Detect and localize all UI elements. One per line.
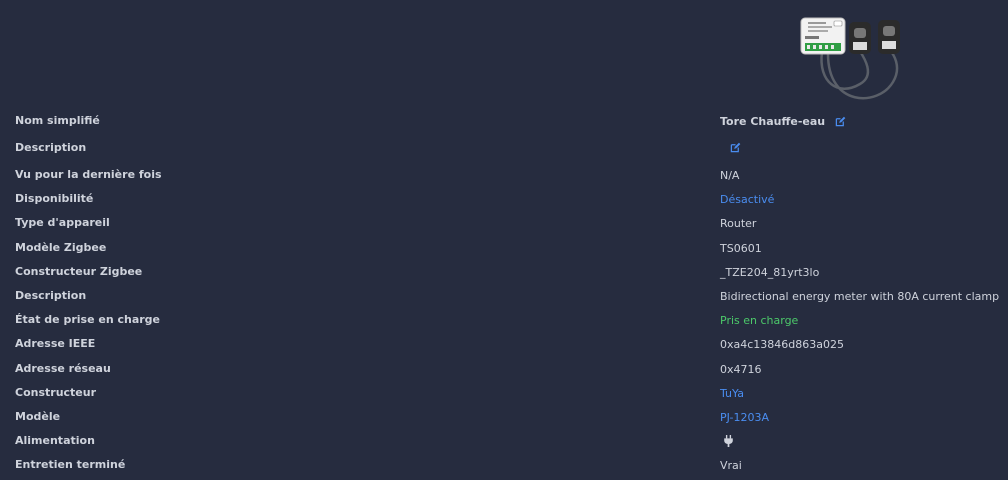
row-value: Vrai: [720, 459, 742, 473]
row-label: Type d'appareil: [15, 216, 110, 230]
row-zigbee-manufacturer: Constructeur Zigbee _TZE204_81yrt3lo: [0, 261, 1008, 285]
row-value: Tore Chauffe-eau: [720, 115, 846, 128]
row-label: Disponibilité: [15, 192, 94, 206]
row-label: Description: [15, 141, 87, 154]
row-value: Bidirectional energy meter with 80A curr…: [720, 289, 1000, 303]
row-description-edit: Description: [0, 137, 1008, 164]
device-info-page: Nom simplifié Tore Chauffe-eau Descripti…: [0, 0, 1008, 480]
row-value: TS0601: [720, 241, 762, 255]
device-image: [800, 17, 900, 100]
row-label: Description: [15, 288, 87, 302]
row-device-type: Type d'appareil Router: [0, 212, 1008, 236]
row-friendly-name: Nom simplifié Tore Chauffe-eau: [0, 110, 1008, 137]
row-zigbee-model: Modèle Zigbee TS0601: [0, 237, 1008, 261]
row-manufacturer: Constructeur TuYa: [0, 382, 1008, 406]
row-label: Modèle Zigbee: [15, 240, 107, 254]
row-value: _TZE204_81yrt3lo: [720, 265, 820, 279]
plug-icon: [724, 435, 733, 448]
row-value: N/A: [720, 169, 740, 182]
row-label: Adresse IEEE: [15, 337, 96, 351]
availability-link[interactable]: Désactivé: [720, 193, 774, 206]
edit-icon[interactable]: [835, 116, 846, 127]
row-value: [720, 142, 741, 153]
row-label: Constructeur Zigbee: [15, 264, 143, 278]
row-support-status: État de prise en charge Pris en charge: [0, 309, 1008, 333]
row-value: [720, 435, 734, 448]
model-link[interactable]: PJ-1203A: [720, 411, 769, 424]
row-value: 0xa4c13846d863a025: [720, 338, 845, 352]
row-label: Alimentation: [15, 434, 95, 448]
row-network-address: Adresse réseau 0x4716: [0, 358, 1008, 382]
row-description: Description Bidirectional energy meter w…: [0, 285, 1008, 309]
device-properties-list: Nom simplifié Tore Chauffe-eau Descripti…: [0, 110, 1008, 478]
row-label: Entretien terminé: [15, 458, 126, 472]
row-value: 0x4716: [720, 362, 762, 376]
row-interview-completed: Entretien terminé Vrai: [0, 454, 1008, 478]
row-model: Modèle PJ-1203A: [0, 406, 1008, 430]
row-value: Router: [720, 217, 757, 231]
row-label: Adresse réseau: [15, 361, 111, 375]
row-label: Vu pour la dernière fois: [15, 168, 162, 181]
row-ieee-address: Adresse IEEE 0xa4c13846d863a025: [0, 333, 1008, 357]
edit-icon[interactable]: [730, 142, 741, 153]
manufacturer-link[interactable]: TuYa: [720, 387, 744, 400]
row-power-source: Alimentation: [0, 430, 1008, 454]
friendly-name-value: Tore Chauffe-eau: [720, 115, 826, 128]
row-label: Modèle: [15, 409, 61, 423]
row-label: Constructeur: [15, 385, 97, 399]
row-last-seen: Vu pour la dernière fois N/A: [0, 164, 1008, 188]
row-label: Nom simplifié: [15, 114, 100, 127]
support-status-value: Pris en charge: [720, 314, 799, 328]
row-availability: Disponibilité Désactivé: [0, 188, 1008, 212]
row-label: État de prise en charge: [15, 313, 161, 327]
